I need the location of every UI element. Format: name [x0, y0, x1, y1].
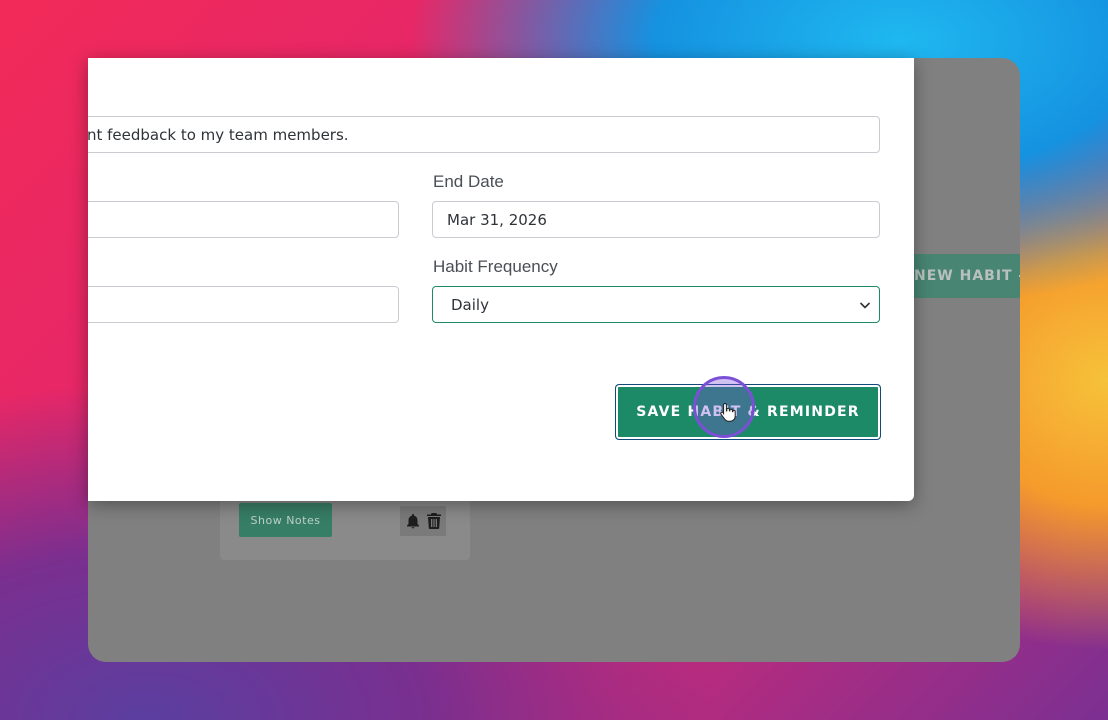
start-date-input[interactable]	[88, 201, 399, 238]
bell-icon[interactable]	[405, 513, 421, 529]
end-date-input[interactable]	[432, 201, 880, 238]
habit-card-actions	[400, 506, 446, 536]
reminder-time-input[interactable]	[88, 286, 399, 323]
new-habit-label: NEW HABIT	[914, 268, 1013, 284]
chevron-down-icon	[859, 301, 871, 309]
save-habit-reminder-button[interactable]: SAVE HABIT & REMINDER	[615, 384, 881, 440]
add-habit-modal: End Date Habit Frequency Daily SAVE HABI…	[88, 58, 914, 501]
habit-description-input[interactable]	[88, 116, 880, 153]
end-date-label: End Date	[433, 172, 504, 191]
trash-icon[interactable]	[427, 513, 441, 529]
habit-frequency-select[interactable]: Daily	[432, 286, 880, 323]
show-notes-button[interactable]: Show Notes	[239, 503, 332, 537]
habit-frequency-selected: Daily	[451, 295, 489, 314]
plus-icon	[1018, 275, 1020, 277]
habit-frequency-label: Habit Frequency	[433, 257, 558, 276]
modal-form: End Date Habit Frequency Daily SAVE HABI…	[88, 58, 914, 501]
new-habit-button[interactable]: NEW HABIT	[912, 254, 1020, 298]
